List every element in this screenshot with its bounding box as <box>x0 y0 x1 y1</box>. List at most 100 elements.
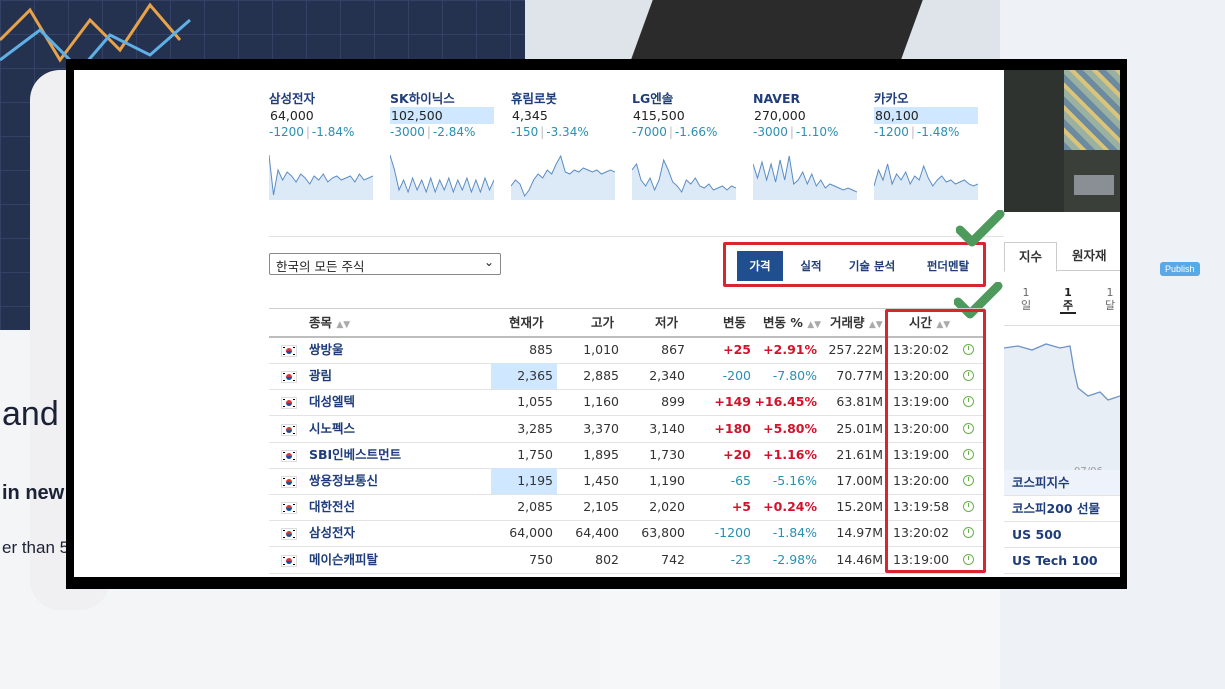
cell-volume: 14.46M <box>836 551 883 567</box>
ticker-name[interactable]: 휴림로봇 <box>511 90 615 107</box>
index-item-ustech100[interactable]: US Tech 100 <box>1004 548 1120 574</box>
cell-volume: 257.22M <box>828 342 883 357</box>
period-1-week[interactable]: 1주 <box>1060 286 1076 314</box>
table-row[interactable]: 메이슨캐피탈 750 802 742 -23 -2.98% 14.46M 13:19:00 <box>269 547 985 574</box>
cell-volume: 21.61M <box>836 446 883 462</box>
cell-volume: 70.77M <box>836 368 883 384</box>
cell-volume: 14.97M <box>836 525 883 541</box>
stock-name-link[interactable]: 삼성전자 <box>309 520 355 546</box>
tab-fundamental[interactable]: 펀더멘탈 <box>911 251 985 281</box>
tab-commodities[interactable]: 원자재 <box>1072 242 1107 270</box>
column-header-change[interactable]: 변동 <box>723 309 746 336</box>
column-header-high[interactable]: 고가 <box>591 309 614 336</box>
table-row[interactable]: 쌍용정보통신 1,195 1,450 1,190 -65 -5.16% 17.00M 13:2… <box>269 468 985 495</box>
stock-name-link[interactable]: 대성엘텍 <box>309 389 355 415</box>
ticker-price: 64,000 <box>270 108 314 123</box>
column-header-change-pct[interactable]: 변동 % ▲▼ <box>763 309 821 336</box>
ticker-price: 102,500 <box>390 107 494 124</box>
stock-name-link[interactable]: 시노펙스 <box>309 416 355 442</box>
stock-name-link[interactable]: 쌍방울 <box>309 337 344 363</box>
table-row[interactable]: 시노펙스 3,285 3,370 3,140 +180 +5.80% 25.01M 13:20… <box>269 416 985 443</box>
cell-high: 3,370 <box>583 420 619 436</box>
table-row[interactable]: 삼성전자 64,000 64,400 63,800 -1200 -1.84% 14.97M 1… <box>269 520 985 548</box>
sort-icon: ▲▼ <box>336 320 351 330</box>
stock-name-link[interactable]: 쌍용정보통신 <box>309 468 378 494</box>
ticker-name[interactable]: 카카오 <box>874 90 978 107</box>
index-item-kospi[interactable]: 코스피지수 <box>1004 470 1120 496</box>
cell-low: 2,020 <box>649 499 685 515</box>
index-item-us500[interactable]: US 500 <box>1004 522 1120 548</box>
ticker-card[interactable]: 휴림로봇 4,345 -150 | -3.34% <box>511 90 615 204</box>
ticker-name[interactable]: LG엔솔 <box>632 90 736 107</box>
tab-technical[interactable]: 기술 분석 <box>840 251 904 281</box>
market-filter-select[interactable]: 한국의 모든 주식 ⌄ <box>269 253 501 275</box>
ticker-card[interactable]: SK하이닉스 102,500 -3000 | -2.84% <box>390 90 494 204</box>
korea-flag-icon <box>281 345 297 357</box>
ticker-price: 80,100 <box>874 107 978 124</box>
table-row[interactable]: 광림 2,365 2,885 2,340 -200 -7.80% 70.77M 13:20:0… <box>269 363 985 391</box>
ticker-price: 415,500 <box>633 108 685 123</box>
table-row[interactable]: SBI인베스트먼트 1,750 1,895 1,730 +20 +1.16% 21.61M 1… <box>269 442 985 469</box>
cell-high: 2,105 <box>583 499 619 515</box>
column-header-last[interactable]: 현재가 <box>509 309 544 336</box>
korea-flag-icon <box>281 371 297 384</box>
ticker-card[interactable]: LG엔솔 415,500 -7000 | -1.66% <box>632 90 736 204</box>
cell-low: 742 <box>661 551 685 567</box>
cell-high: 2,885 <box>583 368 619 384</box>
market-filter-value: 한국의 모든 주식 <box>276 259 365 274</box>
table-row[interactable]: 쌍방울 885 1,010 867 +25 +2.91% 257.22M 13:20:02 <box>269 337 985 364</box>
stock-name-link[interactable]: 광림 <box>309 363 332 389</box>
cell-last: 885 <box>529 342 553 357</box>
ticker-change: -150 | -3.34% <box>511 125 589 139</box>
cell-last: 1,750 <box>517 446 553 462</box>
cell-change: +25 <box>723 342 751 357</box>
cell-change-pct: -2.98% <box>772 551 817 567</box>
ticker-card[interactable]: NAVER 270,000 -3000 | -1.10% <box>753 90 857 204</box>
cell-change-pct: +5.80% <box>763 420 817 436</box>
tab-earnings[interactable]: 실적 <box>789 251 833 281</box>
ticker-change: -7000 | -1.66% <box>632 125 718 139</box>
cell-change: +20 <box>723 446 751 462</box>
column-header-low[interactable]: 저가 <box>655 309 678 336</box>
time-column-highlight-box <box>885 309 986 573</box>
column-header-name[interactable]: 종목 ▲▼ <box>309 309 350 336</box>
cell-last: 2,365 <box>491 363 557 390</box>
stock-name-link[interactable]: 메이슨캐피탈 <box>309 547 378 573</box>
table-row[interactable]: 대한전선 2,085 2,105 2,020 +5 +0.24% 15.20M 13:19:5… <box>269 494 985 522</box>
period-1-day[interactable]: 1일 <box>1018 286 1034 312</box>
cell-change: -65 <box>730 473 751 488</box>
column-header-volume[interactable]: 거래량 ▲▼ <box>830 309 883 336</box>
cell-change: +5 <box>731 499 751 515</box>
cell-high: 1,010 <box>583 342 619 357</box>
ticker-sparkline <box>632 158 736 200</box>
ticker-sparkline <box>511 154 615 200</box>
ticker-card[interactable]: 삼성전자 64,000 -1200 | -1.84% <box>269 90 373 204</box>
cell-change: -23 <box>730 551 751 567</box>
cell-low: 867 <box>661 342 685 357</box>
korea-flag-icon <box>281 528 297 541</box>
ticker-name[interactable]: 삼성전자 <box>269 90 373 107</box>
check-icon <box>956 210 1005 247</box>
cell-volume: 17.00M <box>836 473 883 488</box>
tab-indices[interactable]: 지수 <box>1004 242 1058 272</box>
ticker-card[interactable]: 카카오 80,100 -1200 | -1.48% <box>874 90 978 204</box>
ticker-sparkline <box>874 163 978 200</box>
ticker-name[interactable]: SK하이닉스 <box>390 90 494 107</box>
ticker-change: -1200 | -1.48% <box>874 125 960 139</box>
stock-name-link[interactable]: 대한전선 <box>309 494 355 520</box>
index-item-kospi200-futures[interactable]: 코스피200 선물 <box>1004 496 1120 522</box>
table-row[interactable]: 대성엘텍 1,055 1,160 899 +149 +16.45% 63.81M 13:19:… <box>269 389 985 417</box>
korea-flag-icon <box>281 554 297 567</box>
period-1-month[interactable]: 1달 <box>1102 286 1118 312</box>
tab-price[interactable]: 가격 <box>737 251 783 281</box>
cell-low: 899 <box>661 394 685 410</box>
stock-name-link[interactable]: SBI인베스트먼트 <box>309 442 401 468</box>
korea-flag-icon <box>281 449 297 462</box>
chevron-down-icon: ⌄ <box>483 255 494 269</box>
cell-low: 63,800 <box>641 525 685 541</box>
ticker-name[interactable]: NAVER <box>753 90 857 107</box>
cell-change-pct: +1.16% <box>763 446 817 462</box>
sort-icon: ▲▼ <box>807 320 822 330</box>
ticker-price: 4,345 <box>512 108 548 123</box>
background-text-3: er than 5 <box>2 538 70 557</box>
